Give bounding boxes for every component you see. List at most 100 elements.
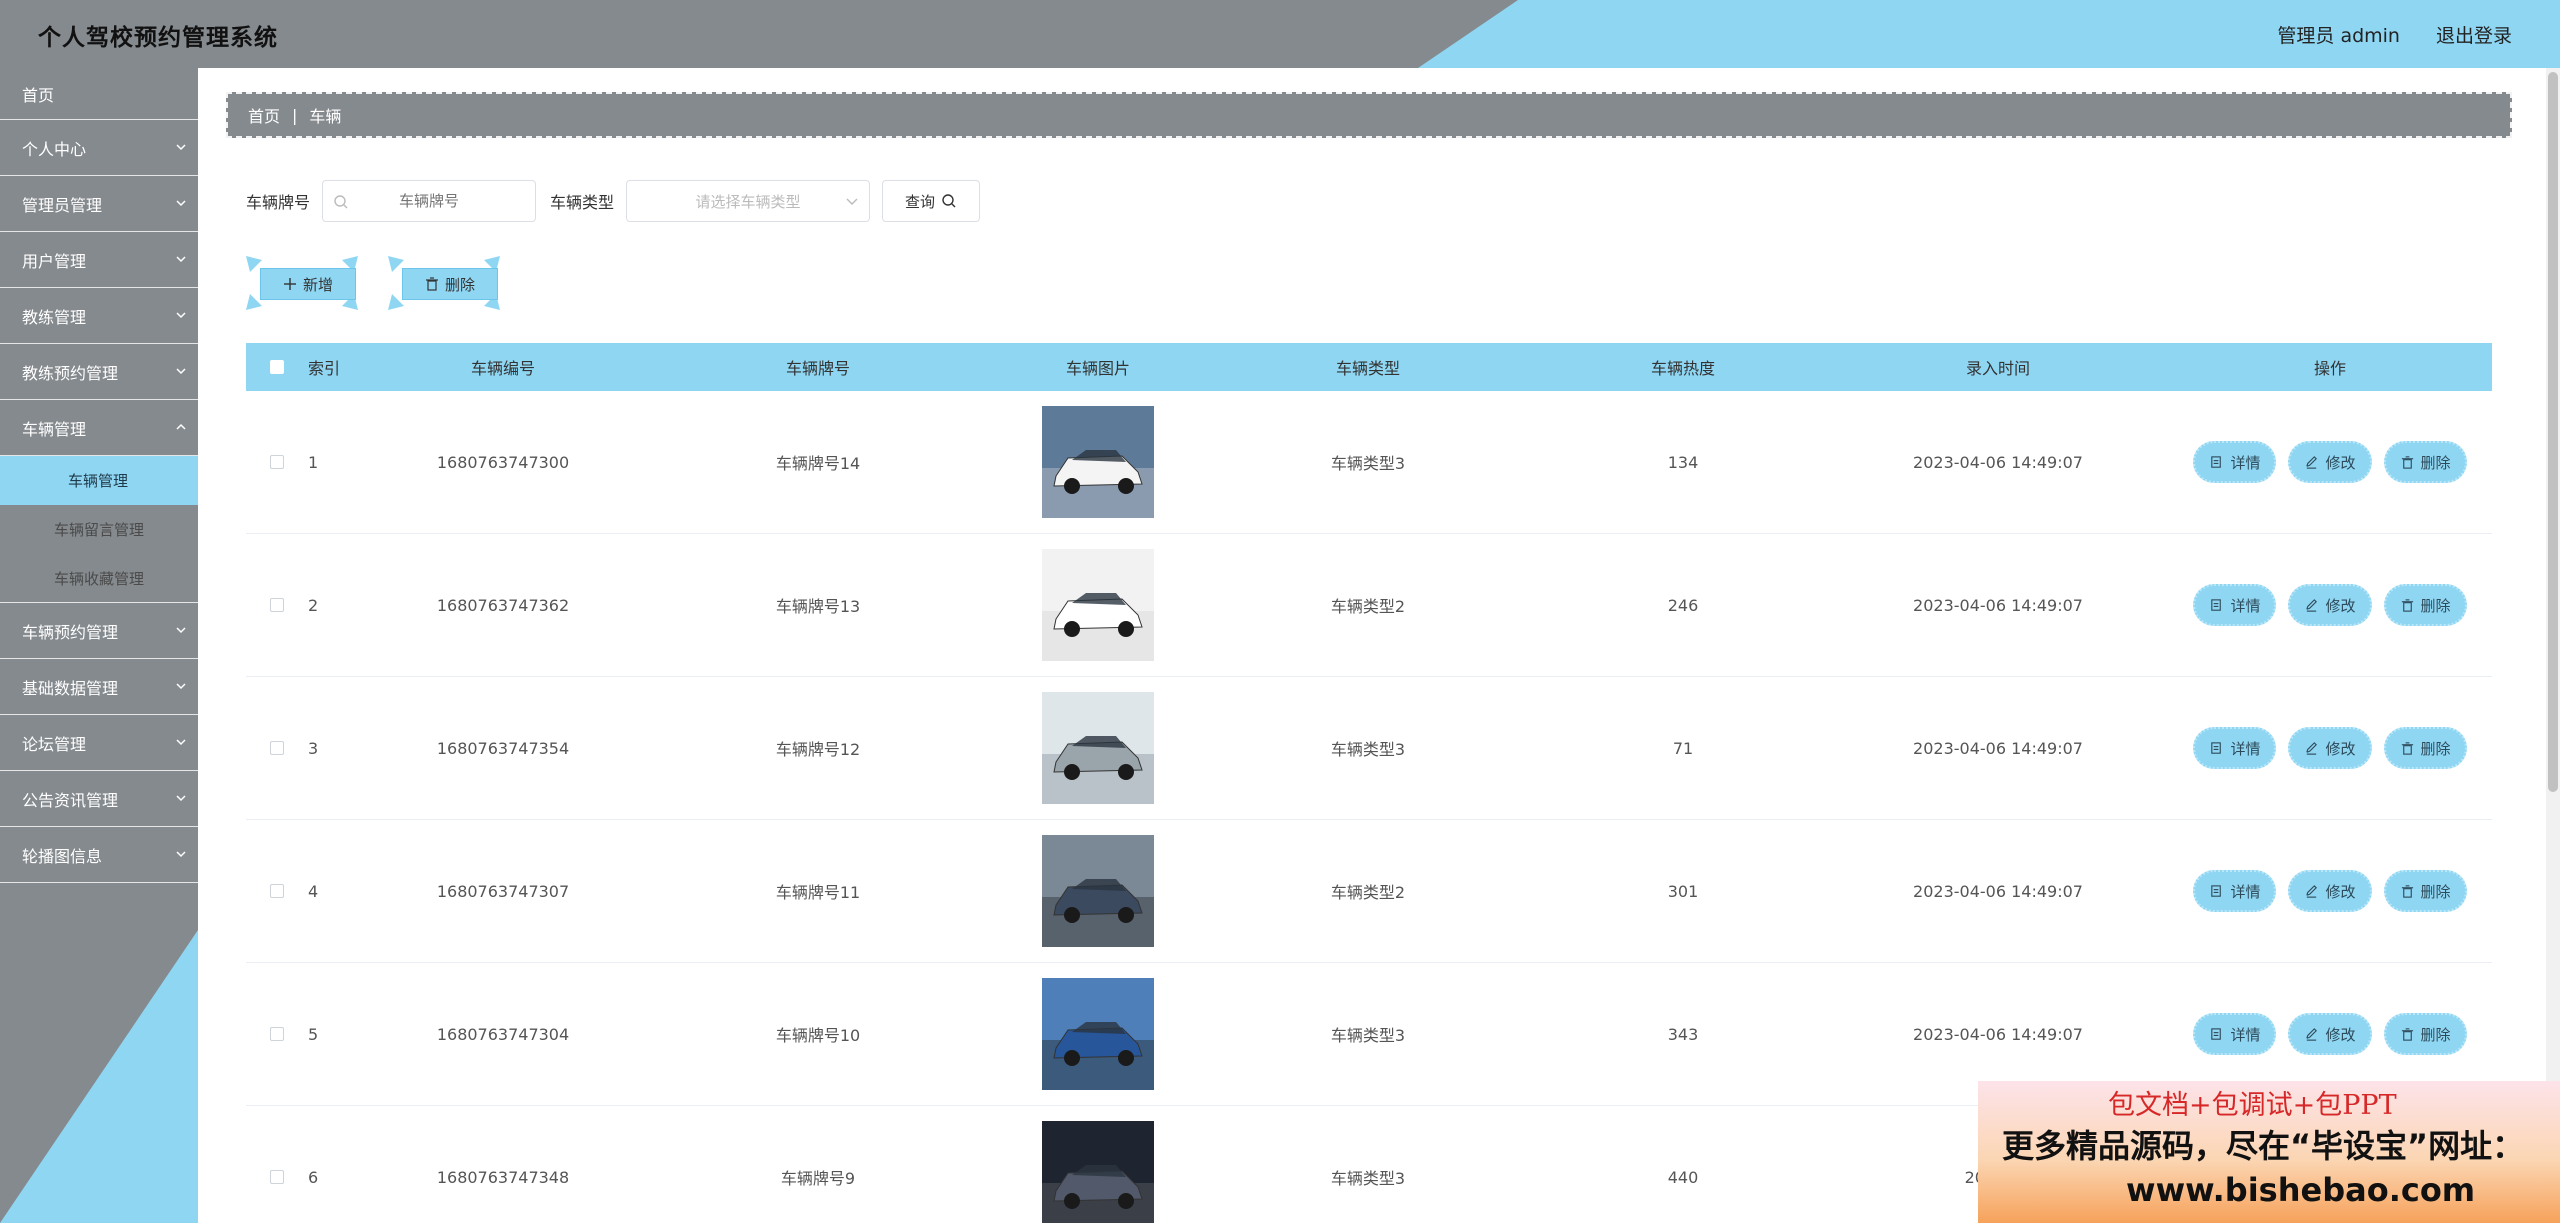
detail-button[interactable]: 详情 <box>2193 584 2277 626</box>
row-checkbox[interactable] <box>270 1027 284 1041</box>
edit-button[interactable]: 修改 <box>2288 727 2372 769</box>
delete-button-label: 删除 <box>2420 739 2451 758</box>
cell-heat: 246 <box>1667 595 1699 615</box>
plate-search-input[interactable] <box>323 191 536 211</box>
document-icon <box>2211 598 2222 611</box>
pencil-icon <box>2306 598 2318 612</box>
scrollbar-thumb[interactable] <box>2548 72 2558 792</box>
cell-number: 1680763747304 <box>436 1024 570 1044</box>
chevron-down-icon <box>176 795 186 802</box>
delete-button[interactable]: 删除 <box>2383 1013 2467 1055</box>
cell-index: 1 <box>308 452 319 472</box>
row-checkbox[interactable] <box>270 1170 284 1184</box>
table-row: 4 1680763747307 车辆牌号11 车辆类型2 301 2023-04-06 1… <box>246 820 2492 963</box>
cell-image <box>998 835 1198 947</box>
sidebar-item-coach-booking[interactable]: 教练预约管理 <box>0 344 198 400</box>
add-button[interactable]: 新增 <box>246 256 358 310</box>
plus-icon <box>283 278 296 290</box>
delete-button[interactable]: 删除 <box>2383 584 2467 626</box>
chevron-down-icon <box>176 312 186 319</box>
promo-watermark-banner: 包文档+包调试+包PPT 更多精品源码，尽在“毕设宝”网址： www.bishe… <box>1978 1081 2560 1223</box>
white-sedan-photo[interactable] <box>1042 549 1154 661</box>
row-checkbox[interactable] <box>270 598 284 612</box>
chevron-down-icon <box>176 739 186 746</box>
query-button[interactable]: 查询 <box>882 180 981 222</box>
delete-button-label: 删除 <box>2420 453 2451 472</box>
table-row: 1 1680763747300 车辆牌号14 车辆类型3 134 2023-04-06 1… <box>246 391 2492 534</box>
sidebar-item-base-data[interactable]: 基础数据管理 <box>0 659 198 715</box>
current-user-label: 管理员 admin <box>2277 25 2400 47</box>
row-checkbox[interactable] <box>270 741 284 755</box>
document-icon <box>2211 1027 2222 1040</box>
query-button-label: 查询 <box>905 192 936 211</box>
column-header-plate: 车辆牌号 <box>785 359 850 378</box>
sidebar-item-admins[interactable]: 管理员管理 <box>0 176 198 232</box>
delete-button[interactable]: 删除 <box>2383 870 2467 912</box>
type-select[interactable]: 请选择车辆类型 <box>626 180 871 222</box>
sidebar-item-carousel[interactable]: 轮播图信息 <box>0 827 198 883</box>
batch-delete-button[interactable]: 删除 <box>388 256 500 310</box>
logout-link[interactable]: 退出登录 <box>2436 21 2512 48</box>
detail-button[interactable]: 详情 <box>2193 441 2277 483</box>
chevron-down-icon <box>176 851 186 858</box>
document-icon <box>2211 455 2222 468</box>
detail-button-label: 详情 <box>2230 882 2261 901</box>
trash-icon <box>425 277 438 291</box>
sidebar-subitem-vehicle-favorites[interactable]: 车辆收藏管理 <box>0 554 198 603</box>
edit-button[interactable]: 修改 <box>2288 584 2372 626</box>
select-all-checkbox[interactable] <box>270 360 284 374</box>
sidebar-subitem-vehicle-comments[interactable]: 车辆留言管理 <box>0 505 198 554</box>
cell-plate: 车辆牌号13 <box>775 597 861 616</box>
cell-time: 2023-04-06 14:49:07 <box>1913 738 2083 758</box>
breadcrumb-home[interactable]: 首页 <box>248 103 280 127</box>
row-checkbox-cell <box>246 741 308 755</box>
edit-button[interactable]: 修改 <box>2288 441 2372 483</box>
column-header-type: 车辆类型 <box>1335 359 1400 378</box>
detail-button[interactable]: 详情 <box>2193 1013 2277 1055</box>
top-header: 个人驾校预约管理系统 管理员 admin 退出登录 <box>0 0 2560 68</box>
cell-time: 2023-04-06 14:49:07 <box>1913 452 2083 472</box>
cell-number: 1680763747307 <box>436 881 570 901</box>
delete-button[interactable]: 删除 <box>2383 441 2467 483</box>
edit-button[interactable]: 修改 <box>2288 870 2372 912</box>
sidebar-item-coaches[interactable]: 教练管理 <box>0 288 198 344</box>
cell-plate: 车辆牌号11 <box>775 883 861 902</box>
blue-wagon-photo[interactable] <box>1042 978 1154 1090</box>
row-checkbox-cell <box>246 1027 308 1041</box>
chevron-down-icon <box>176 144 186 151</box>
delete-button[interactable]: 删除 <box>2383 727 2467 769</box>
sidebar-item-home[interactable]: 首页 <box>0 68 198 120</box>
sidebar-item-users[interactable]: 用户管理 <box>0 232 198 288</box>
delete-button-label: 删除 <box>2420 596 2451 615</box>
main-content: 首页 | 车辆 车辆牌号 车辆类型 请选择车辆类型 查询 <box>198 68 2560 1223</box>
edit-button[interactable]: 修改 <box>2288 1013 2372 1055</box>
chevron-down-icon <box>176 627 186 634</box>
edit-button-label: 修改 <box>2325 453 2356 472</box>
cell-type: 车辆类型2 <box>1330 883 1406 902</box>
action-toolbar: 新增 删除 <box>246 256 500 310</box>
sidebar-item-vehicles[interactable]: 车辆管理 <box>0 400 198 456</box>
sidebar-item-forum[interactable]: 论坛管理 <box>0 715 198 771</box>
dark-hatchback-photo[interactable] <box>1042 835 1154 947</box>
cell-number: 1680763747354 <box>436 738 570 758</box>
sidebar-item-news[interactable]: 公告资讯管理 <box>0 771 198 827</box>
cell-image <box>998 406 1198 518</box>
silver-suv-photo[interactable] <box>1042 692 1154 804</box>
detail-button[interactable]: 详情 <box>2193 727 2277 769</box>
detail-button[interactable]: 详情 <box>2193 870 2277 912</box>
cell-heat: 134 <box>1667 452 1699 472</box>
white-van-photo[interactable] <box>1042 406 1154 518</box>
sidebar-item-vehicle-booking[interactable]: 车辆预约管理 <box>0 603 198 659</box>
pencil-icon <box>2306 455 2318 469</box>
cell-heat: 301 <box>1667 881 1699 901</box>
search-icon <box>942 194 956 208</box>
detail-button-label: 详情 <box>2230 739 2261 758</box>
sidebar-item-profile[interactable]: 个人中心 <box>0 120 198 176</box>
sidebar-subitem-vehicle-manage[interactable]: 车辆管理 <box>0 456 198 505</box>
row-checkbox[interactable] <box>270 455 284 469</box>
cell-image <box>998 1121 1198 1223</box>
dark-suv-photo[interactable] <box>1042 1121 1154 1223</box>
row-checkbox[interactable] <box>270 884 284 898</box>
vertical-scrollbar[interactable] <box>2546 68 2560 1223</box>
column-header-number: 车辆编号 <box>470 359 535 378</box>
